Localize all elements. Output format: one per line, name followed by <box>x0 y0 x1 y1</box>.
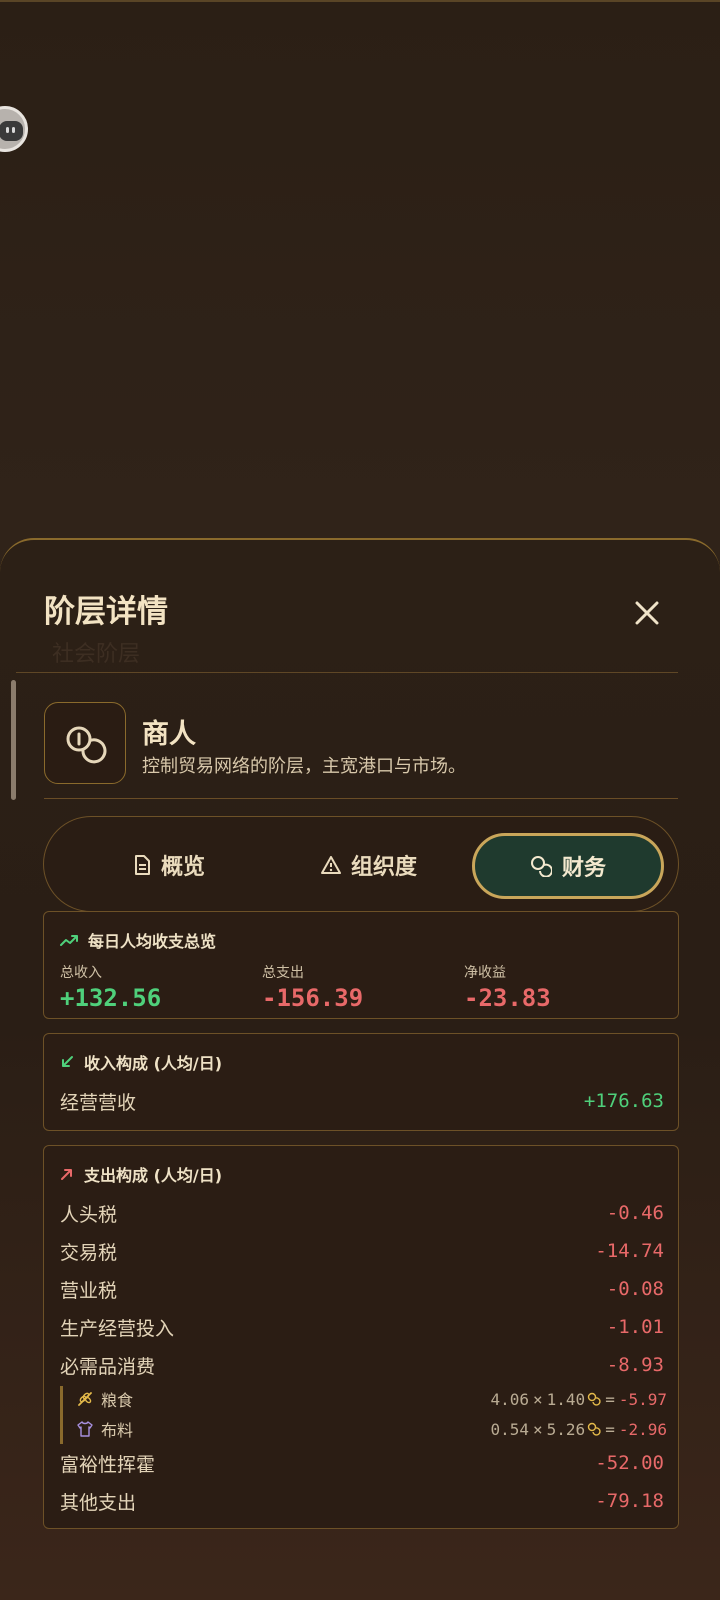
necessity-calc: 4.06 × 1.40 = -5.97 <box>490 1390 667 1409</box>
sheet-title: 阶层详情 <box>44 594 168 630</box>
necessity-label: 粮食 <box>101 1391 134 1410</box>
close-icon <box>635 601 659 625</box>
coins-icon <box>530 856 552 877</box>
shirt-icon <box>77 1421 93 1437</box>
row-label: 富裕性挥霍 <box>60 1453 156 1476</box>
row-label: 营业税 <box>60 1279 118 1302</box>
total-expense: 总支出 -156.39 <box>262 962 363 1012</box>
expense-title: 支出构成 (人均/日) <box>84 1166 223 1185</box>
expense-label: 总支出 <box>262 965 304 981</box>
assistant-icon <box>0 121 23 141</box>
price: 5.26 <box>546 1419 586 1439</box>
row-label: 必需品消费 <box>60 1355 156 1378</box>
necessity-row: 布料 0.54 × 5.26 = -2.96 <box>77 1417 667 1441</box>
row-value: -0.46 <box>606 1202 664 1224</box>
wheat-icon <box>78 1392 92 1406</box>
arrow-down-left-icon <box>62 1056 73 1067</box>
income-label: 总收入 <box>60 965 102 981</box>
qty: 0.54 <box>490 1419 530 1439</box>
row-value: -1.01 <box>606 1316 664 1338</box>
class-icon-box <box>44 702 126 784</box>
row-value: -14.74 <box>595 1240 664 1262</box>
summary-title: 每日人均收支总览 <box>88 932 217 951</box>
income-title: 收入构成 (人均/日) <box>84 1054 223 1073</box>
row-value: -0.08 <box>606 1278 664 1300</box>
necessity-row: 粮食 4.06 × 1.40 = -5.97 <box>77 1387 667 1411</box>
class-description: 控制贸易网络的阶层，主宽港口与市场。 <box>142 756 466 777</box>
necessities-breakdown: 粮食 4.06 × 1.40 = -5.97 布料 0.54 × 5.26 = … <box>60 1386 667 1444</box>
document-icon <box>134 855 150 875</box>
tab-finance[interactable]: 财务 <box>472 833 664 899</box>
net-label: 净收益 <box>464 965 506 981</box>
coin-icon <box>587 1422 601 1436</box>
expense-heading: 支出构成 (人均/日) <box>60 1162 222 1186</box>
expense-row: 营业税 -0.08 <box>60 1274 664 1304</box>
close-button[interactable] <box>630 596 664 630</box>
income-heading: 收入构成 (人均/日) <box>60 1050 222 1074</box>
assistant-eye <box>6 127 9 133</box>
expense-row: 必需品消费 -8.93 <box>60 1350 664 1380</box>
row-label: 生产经营投入 <box>60 1317 175 1340</box>
net-value: -23.83 <box>464 984 551 1012</box>
top-border <box>0 0 720 2</box>
income-row: 经营营收 +176.63 <box>60 1086 664 1116</box>
header-divider <box>16 672 678 673</box>
coin-icon <box>587 1392 601 1406</box>
necessity-label: 布料 <box>101 1421 134 1440</box>
scrollbar[interactable] <box>11 680 16 800</box>
assistant-eye <box>12 127 15 133</box>
tab-label: 财务 <box>561 856 606 881</box>
class-divider <box>44 798 678 799</box>
result: -2.96 <box>618 1419 667 1439</box>
background-title: 社会阶层 <box>52 642 141 667</box>
necessity-calc: 0.54 × 5.26 = -2.96 <box>490 1420 667 1439</box>
summary-heading: 每日人均收支总览 <box>60 928 216 952</box>
qty: 4.06 <box>490 1389 530 1409</box>
arrow-up-right-icon <box>61 1169 72 1180</box>
expense-row: 人头税 -0.46 <box>60 1198 664 1228</box>
summary-card: 每日人均收支总览 总收入 +132.56 总支出 -156.39 净收益 -23… <box>43 911 679 1019</box>
expense-card: 支出构成 (人均/日) 人头税 -0.46 交易税 -14.74 营业税 -0.… <box>43 1145 679 1529</box>
tab-overview[interactable]: 概览 <box>84 817 254 913</box>
tab-bar: 概览 组织度 财务 <box>43 816 679 912</box>
total-income: 总收入 +132.56 <box>60 962 161 1012</box>
price: 1.40 <box>546 1389 586 1409</box>
row-value: -79.18 <box>595 1490 664 1512</box>
expense-row: 生产经营投入 -1.01 <box>60 1312 664 1342</box>
tab-organization[interactable]: 组织度 <box>274 817 464 913</box>
expense-row: 其他支出 -79.18 <box>60 1486 664 1516</box>
expense-row: 富裕性挥霍 -52.00 <box>60 1448 664 1478</box>
tab-label: 概览 <box>160 855 205 880</box>
row-value: -8.93 <box>606 1354 664 1376</box>
warning-icon <box>320 856 341 874</box>
class-name: 商人 <box>142 719 196 750</box>
net-profit: 净收益 -23.83 <box>464 962 551 1012</box>
necessity-name: 粮食 <box>77 1387 133 1411</box>
row-value: +176.63 <box>583 1090 664 1112</box>
income-value: +132.56 <box>60 984 162 1012</box>
class-detail-sheet: 社会阶层 阶层详情 商人 控制贸易网络的阶层，主宽港口与市场。 概览 组织度 财… <box>0 538 720 1600</box>
row-value: -52.00 <box>595 1452 664 1474</box>
row-label: 人头税 <box>60 1203 118 1226</box>
row-label: 经营营收 <box>60 1091 137 1114</box>
income-card: 收入构成 (人均/日) 经营营收 +176.63 <box>43 1033 679 1131</box>
times-sign: × <box>533 1389 543 1409</box>
tab-label: 组织度 <box>350 855 417 880</box>
expense-value: -156.39 <box>262 984 364 1012</box>
necessity-name: 布料 <box>77 1417 133 1441</box>
row-label: 其他支出 <box>60 1491 137 1514</box>
row-label: 交易税 <box>60 1241 118 1264</box>
result: -5.97 <box>618 1389 667 1409</box>
expense-row: 交易税 -14.74 <box>60 1236 664 1266</box>
equals-sign: = <box>605 1419 615 1439</box>
trending-up-icon <box>60 935 78 946</box>
times-sign: × <box>533 1419 543 1439</box>
equals-sign: = <box>605 1389 615 1409</box>
coins-icon <box>66 726 107 764</box>
